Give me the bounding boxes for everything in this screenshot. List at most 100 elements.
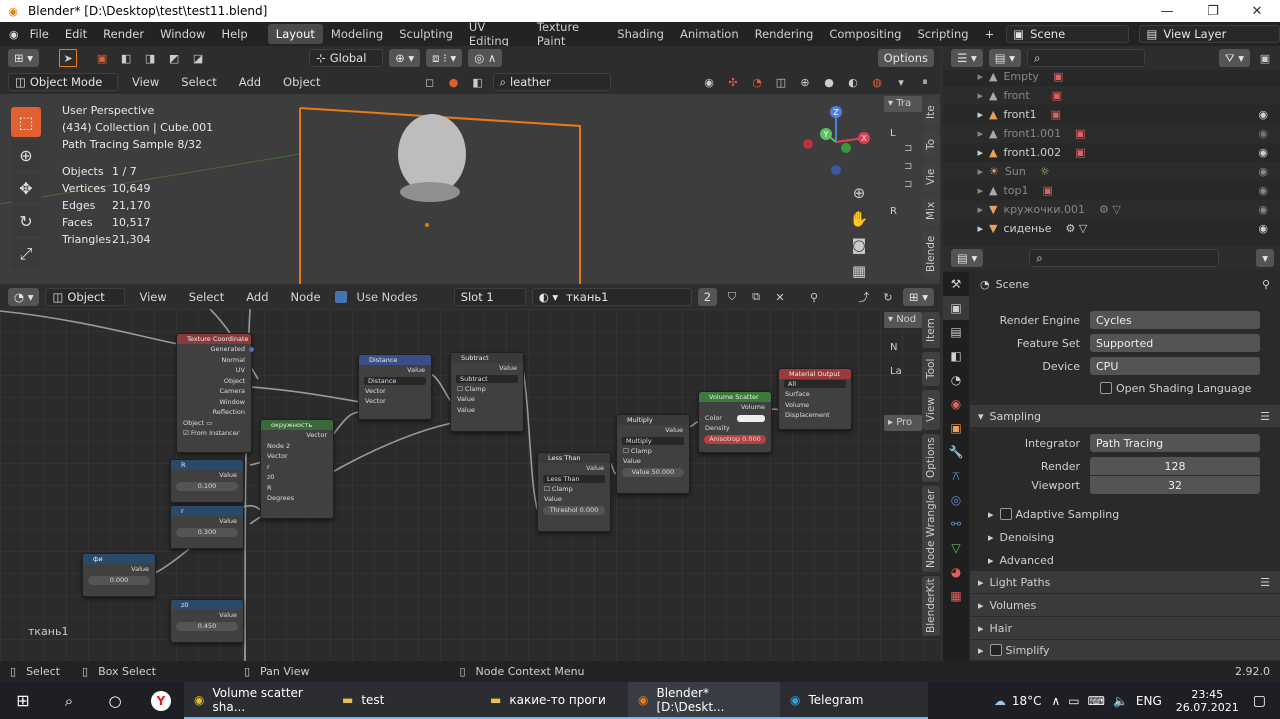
properties-search-input[interactable]: ⌕	[1029, 249, 1220, 267]
select-box-mode-icon[interactable]: ▣	[93, 49, 111, 67]
multiply-value-field[interactable]: Value 50.000	[622, 467, 684, 477]
node-side-tab-tool[interactable]: Tool	[922, 352, 940, 386]
select-extend-icon[interactable]: ◧	[117, 49, 135, 67]
volume-icon[interactable]: 🔈	[1113, 694, 1128, 708]
outliner-row[interactable]: ▸ ▲ front ▣	[943, 86, 1280, 105]
material-users-count[interactable]: 2	[697, 288, 718, 306]
node-value-R[interactable]: R Value 0.100	[170, 459, 244, 503]
notifications-icon[interactable]: ▢	[1253, 693, 1266, 709]
render-samples-field[interactable]: 128	[1090, 457, 1260, 475]
distance-op-dropdown[interactable]: Distance	[364, 376, 426, 385]
denoising-subpanel[interactable]: ▸ Denoising	[988, 527, 1054, 547]
select-box-tool-icon[interactable]: ⬚	[11, 107, 41, 137]
ortho-grid-icon[interactable]: ▦	[846, 258, 872, 284]
node-side-tab-options[interactable]: Options	[922, 434, 940, 482]
pan-hand-icon[interactable]: ✋	[846, 206, 872, 232]
n-panel-locks[interactable]: ⊐ ⊐ ⊐	[904, 140, 920, 200]
osl-checkbox[interactable]	[1100, 382, 1112, 394]
side-tab-view[interactable]: Vie	[922, 162, 940, 192]
menu-help[interactable]: Help	[213, 27, 255, 41]
new-collection-icon[interactable]: ▣	[1256, 49, 1274, 67]
node-editor-type-button[interactable]: ◔ ▾	[8, 288, 40, 306]
world-properties-icon[interactable]: ◉	[943, 392, 969, 416]
navigation-gizmo[interactable]: Z X Y	[796, 102, 876, 182]
node-menu-view[interactable]: View	[131, 290, 174, 304]
tray-expand-icon[interactable]: ∧	[1052, 694, 1061, 708]
eye-icon[interactable]: ◉	[1258, 222, 1268, 235]
move-tool-icon[interactable]: ✥	[11, 173, 41, 203]
yandex-browser-icon[interactable]: Y	[138, 682, 184, 719]
value-R-field[interactable]: 0.100	[176, 481, 238, 491]
shading-material-icon[interactable]: ◐	[844, 73, 862, 91]
node-material-output[interactable]: Material Output All Surface Volume Displ…	[778, 368, 852, 430]
properties-options-button[interactable]: ▾	[1256, 249, 1274, 267]
object-mode-dropdown[interactable]: ◫ Object Mode	[8, 73, 118, 91]
simplify-checkbox[interactable]	[989, 644, 1002, 656]
tab-rendering[interactable]: Rendering	[747, 24, 822, 44]
outliner-row[interactable]: ▸ ▲ Empty ▣	[943, 67, 1280, 86]
parent-node-tree-icon[interactable]: ⤴	[855, 288, 873, 306]
node-group-circle[interactable]: окружность Vector Node 2 Vector r z0 R D…	[260, 419, 334, 519]
taskbar-app-folder-test[interactable]: ▬ test	[332, 682, 480, 719]
outliner-search-input[interactable]: ⌕	[1027, 49, 1146, 67]
value-z0-field[interactable]: 0.450	[176, 621, 238, 631]
properties-editor-type[interactable]: ▤ ▾	[951, 249, 984, 267]
device-dropdown[interactable]: CPU	[1090, 357, 1260, 375]
integrator-dropdown[interactable]: Path Tracing	[1090, 434, 1260, 452]
filter-texture-icon[interactable]: ◧	[469, 73, 487, 91]
weather-icon[interactable]: ☁	[994, 694, 1006, 708]
node-texture-coordinate[interactable]: Texture Coordinate Generated Normal UV O…	[176, 333, 254, 453]
taskbar-app-blender[interactable]: ◉ Blender* [D:\Deskt...	[628, 682, 780, 719]
zoom-icon[interactable]: ⊕	[846, 180, 872, 206]
menu-file[interactable]: File	[22, 27, 57, 41]
node-menu-node[interactable]: Node	[283, 290, 329, 304]
node-multiply[interactable]: Multiply Value Multiply ☐ Clamp Value Va…	[616, 414, 690, 494]
side-tab-blender[interactable]: Blende	[922, 230, 940, 278]
pin-icon[interactable]: ⚲	[805, 288, 823, 306]
task-view-icon[interactable]: ○	[92, 682, 138, 719]
less-than-op-dropdown[interactable]: Less Than	[543, 474, 605, 483]
scatter-color-swatch[interactable]	[737, 414, 765, 422]
anisotropy-field[interactable]: Anisotrop 0.000	[704, 434, 766, 444]
material-search-field[interactable]: ⌕ leather	[492, 73, 611, 91]
scene-properties-icon[interactable]: ◔	[943, 368, 969, 392]
taskbar-app-folder-progs[interactable]: ▬ какие-то проги	[480, 682, 628, 719]
pin-icon[interactable]: ⚲	[1262, 278, 1270, 291]
menu-window[interactable]: Window	[152, 27, 213, 41]
viewport-menu-add[interactable]: Add	[231, 75, 269, 89]
pause-render-icon[interactable]: ⏸	[916, 73, 934, 91]
unlink-material-icon[interactable]: ✕	[771, 288, 789, 306]
osl-row[interactable]: Open Shading Language	[970, 378, 1280, 398]
shading-options-icon[interactable]: ▾	[892, 73, 910, 91]
slot-dropdown[interactable]: Slot 1	[453, 288, 526, 306]
outliner-row[interactable]: ▸ ▼ сиденье ⚙ ▽ ◉	[943, 219, 1280, 238]
render-engine-dropdown[interactable]: Cycles	[1090, 311, 1260, 329]
keyboard-icon[interactable]: ⌨	[1088, 694, 1105, 708]
value-r-field[interactable]: 0.300	[176, 527, 238, 537]
minimize-button[interactable]: —	[1144, 0, 1190, 22]
threshold-field[interactable]: Threshol 0.000	[543, 505, 605, 515]
output-target-dropdown[interactable]: All	[784, 380, 846, 388]
less-than-clamp-checkbox[interactable]: ☐ Clamp	[538, 484, 610, 495]
simplify-panel[interactable]: ▸ Simplify	[970, 640, 1280, 660]
taskbar-app-chrome[interactable]: ◉ Volume scatter sha...	[184, 682, 332, 719]
visibility-icon[interactable]: ◉	[700, 73, 718, 91]
clock[interactable]: 23:45 26.07.2021	[1176, 688, 1239, 714]
outliner-row[interactable]: ▸ ▲ front1.001 ▣ ◉	[943, 124, 1280, 143]
node-editor-canvas[interactable]: Texture Coordinate Generated Normal UV O…	[0, 309, 940, 661]
side-tab-item[interactable]: Ite	[922, 98, 940, 126]
transform-orientation-dropdown[interactable]: ⊹ Global	[309, 49, 384, 67]
tab-sculpting[interactable]: Sculpting	[391, 24, 461, 44]
outliner-row[interactable]: ▸ ▼ кружочки.001 ⚙ ▽ ◉	[943, 200, 1280, 219]
adaptive-sampling-checkbox[interactable]	[999, 508, 1012, 520]
tab-layout[interactable]: Layout	[267, 24, 323, 44]
render-properties-icon[interactable]: ▣	[943, 296, 969, 320]
editor-type-button[interactable]: ⊞ ▾	[8, 49, 40, 67]
viewport-samples-field[interactable]: 32	[1090, 476, 1260, 494]
gizmo-toggle-icon[interactable]: ✣	[724, 73, 742, 91]
subtract-clamp-checkbox[interactable]: ☐ Clamp	[451, 384, 523, 395]
snap-node-icon[interactable]: ↻	[879, 288, 897, 306]
scene-selector[interactable]: ▣ Scene	[1006, 25, 1130, 43]
snapping-button[interactable]: ⧈ ⁝ ▾	[426, 49, 463, 67]
rotate-tool-icon[interactable]: ↻	[11, 206, 41, 236]
